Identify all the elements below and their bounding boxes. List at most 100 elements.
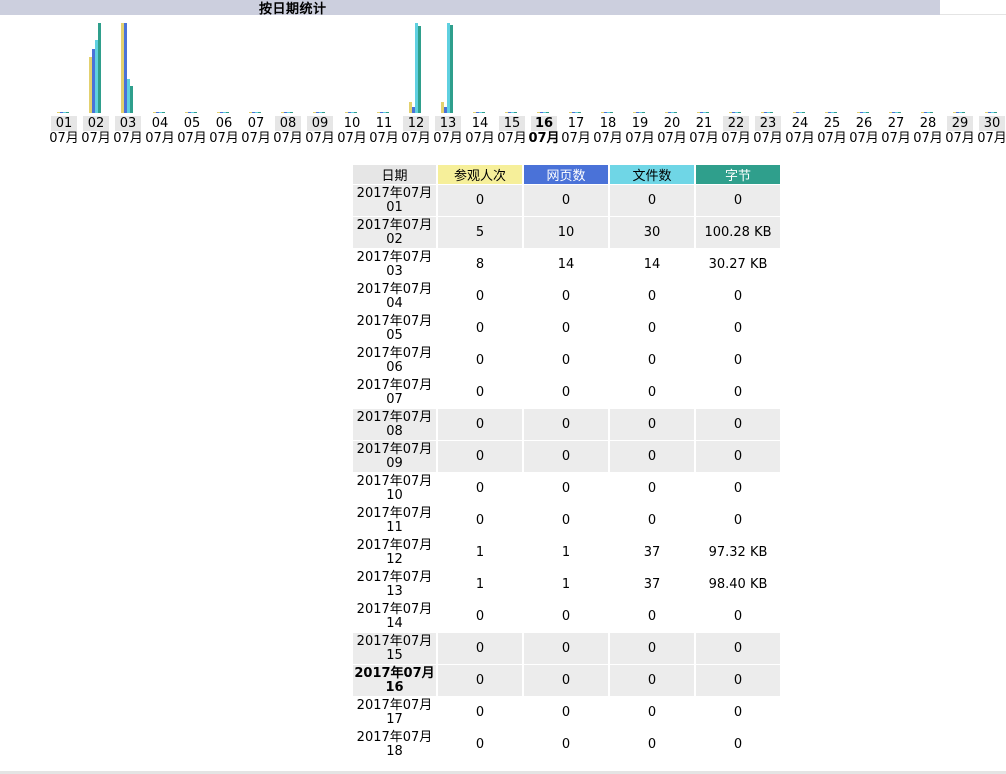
date-cell-day: 15 xyxy=(386,647,403,663)
bar-3-day-20 xyxy=(671,112,674,113)
files-cell: 0 xyxy=(610,441,694,472)
bar-4-day-26 xyxy=(866,112,869,113)
bar-4-day-04 xyxy=(162,112,165,113)
bar-1-day-27 xyxy=(889,112,892,113)
files-cell: 0 xyxy=(647,704,657,720)
date-cell-day: 06 xyxy=(386,359,403,375)
chart-day-label: 15 07月 xyxy=(496,116,528,148)
chart-day-label: 28 07月 xyxy=(912,116,944,148)
bar-4-day-30 xyxy=(994,112,997,113)
chart-day-label: 21 07月 xyxy=(688,116,720,148)
bytes-cell: 0 xyxy=(733,320,743,336)
visits-cell: 0 xyxy=(475,704,485,720)
month-label: 07月 xyxy=(881,131,911,146)
bar-1-day-17 xyxy=(569,112,572,113)
bar-4-day-23 xyxy=(770,112,773,113)
bar-1-day-07 xyxy=(249,112,252,113)
date-cell: 2017年07月 08 xyxy=(353,409,436,440)
visits-cell: 0 xyxy=(475,352,485,368)
bar-2-day-28 xyxy=(924,112,927,113)
daily-bar-chart xyxy=(57,23,997,113)
bytes-cell: 0 xyxy=(696,441,780,472)
table-row: 2017年07月 11 0 0 0 0 xyxy=(353,505,780,536)
month-label: 07月 xyxy=(528,131,560,146)
date-cell: 2017年07月 14 xyxy=(353,601,436,632)
col-bytes-header: 字节 xyxy=(696,165,780,184)
month-label: 07月 xyxy=(817,131,847,146)
month-label: 07月 xyxy=(81,131,111,146)
visits-cell: 0 xyxy=(438,665,522,696)
day-number: 24 xyxy=(791,116,809,131)
bar-4-day-01 xyxy=(66,112,69,113)
visits-cell: 8 xyxy=(475,256,485,272)
bar-3-day-07 xyxy=(255,112,258,113)
day-number: 07 xyxy=(247,116,265,131)
table-row: 2017年07月 02 5 10 30 100.28 KB xyxy=(353,217,780,248)
date-cell-day: 13 xyxy=(386,583,403,599)
day-number: 09 xyxy=(307,116,333,131)
month-label: 07月 xyxy=(785,131,815,146)
bar-2-day-22 xyxy=(732,112,735,113)
bar-1-day-16 xyxy=(537,112,540,113)
bar-4-day-12 xyxy=(418,26,421,113)
bar-4-day-22 xyxy=(738,112,741,113)
chart-day-label: 29 07月 xyxy=(944,116,976,148)
bytes-cell: 97.32 KB xyxy=(708,544,768,560)
chart-day-label: 17 07月 xyxy=(560,116,592,148)
bar-2-day-13 xyxy=(444,107,447,113)
bytes-cell: 100.28 KB xyxy=(696,217,780,248)
date-cell-month: 2017年07月 xyxy=(356,313,433,329)
bar-2-day-04 xyxy=(156,112,159,113)
pages-cell: 0 xyxy=(561,320,571,336)
month-label: 07月 xyxy=(401,131,431,146)
date-cell-month: 2017年07月 xyxy=(356,729,433,745)
table-row: 2017年07月 14 0 0 0 0 xyxy=(353,601,780,632)
day-number: 19 xyxy=(631,116,649,131)
date-cell-month: 2017年07月 xyxy=(356,441,433,457)
bar-1-day-22 xyxy=(729,112,732,113)
bar-2-day-12 xyxy=(412,107,415,113)
files-cell: 0 xyxy=(647,512,657,528)
files-cell: 0 xyxy=(647,608,657,624)
bytes-cell: 98.40 KB xyxy=(708,576,768,592)
chart-day-label: 12 07月 xyxy=(400,116,432,148)
bytes-cell: 0 xyxy=(733,480,743,496)
bytes-cell: 0 xyxy=(733,512,743,528)
bar-1-day-18 xyxy=(601,112,604,113)
pages-cell: 0 xyxy=(524,185,608,216)
pages-cell: 10 xyxy=(524,217,608,248)
bytes-cell: 30.27 KB xyxy=(708,256,768,272)
month-label: 07月 xyxy=(465,131,495,146)
bar-4-day-05 xyxy=(194,112,197,113)
day-number: 17 xyxy=(567,116,585,131)
bytes-cell: 0 xyxy=(696,633,780,664)
chart-day-label: 03 07月 xyxy=(112,116,144,148)
files-cell: 0 xyxy=(647,480,657,496)
bar-4-day-02 xyxy=(98,23,101,113)
month-label: 07月 xyxy=(753,131,783,146)
date-cell-month: 2017年07月 xyxy=(356,697,433,713)
date-cell-day: 12 xyxy=(386,551,403,567)
month-label: 07月 xyxy=(689,131,719,146)
visits-cell: 0 xyxy=(475,288,485,304)
chart-day-label: 27 07月 xyxy=(880,116,912,148)
day-number: 18 xyxy=(599,116,617,131)
day-number: 05 xyxy=(183,116,201,131)
bar-3-day-21 xyxy=(703,112,706,113)
files-cell: 0 xyxy=(647,352,657,368)
visits-cell: 0 xyxy=(438,633,522,664)
day-number: 29 xyxy=(947,116,973,131)
bar-2-day-25 xyxy=(828,112,831,113)
visits-cell: 0 xyxy=(438,185,522,216)
chart-day-label: 05 07月 xyxy=(176,116,208,148)
bar-2-day-30 xyxy=(988,112,991,113)
date-cell: 2017年07月 15 xyxy=(353,633,436,664)
date-cell: 2017年07月 07 xyxy=(353,377,436,408)
table-row: 2017年07月 07 0 0 0 0 xyxy=(353,377,780,408)
header-blank-cell xyxy=(940,0,1006,15)
month-label: 07月 xyxy=(49,131,79,146)
pages-cell: 0 xyxy=(561,384,571,400)
files-cell: 0 xyxy=(647,288,657,304)
bar-1-day-30 xyxy=(985,112,988,113)
chart-day-label: 10 07月 xyxy=(336,116,368,148)
